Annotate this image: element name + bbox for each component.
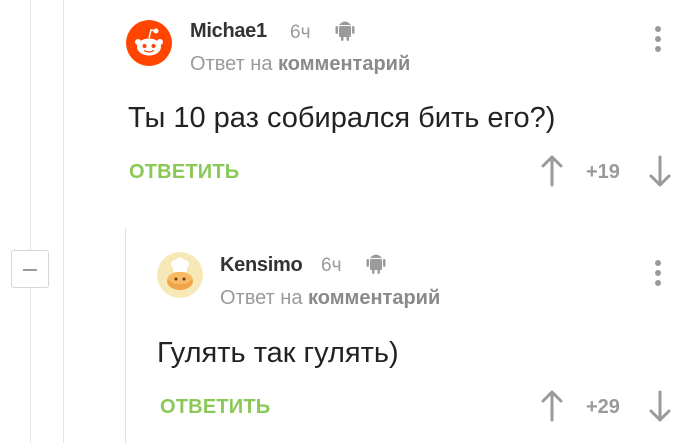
reddit-alien-icon[interactable] xyxy=(126,20,172,66)
comment-time: 6ч xyxy=(290,22,311,43)
reply-button[interactable]: ОТВЕТИТЬ xyxy=(129,161,239,184)
reply-reference: Ответ на комментарий xyxy=(220,287,440,310)
thread-line xyxy=(30,0,31,443)
upvote-icon[interactable] xyxy=(540,155,564,192)
thread-line xyxy=(63,0,64,443)
chef-bun-icon[interactable] xyxy=(157,252,203,298)
reply-prefix: Ответ на xyxy=(220,287,303,309)
reply-reference: Ответ на комментарий xyxy=(190,53,410,76)
comment-rating: +29 xyxy=(586,396,620,418)
reply-prefix: Ответ на xyxy=(190,53,273,75)
collapse-thread-button[interactable] xyxy=(11,250,49,288)
more-options-icon[interactable] xyxy=(655,26,661,56)
reply-target-link[interactable]: комментарий xyxy=(308,287,440,309)
android-icon xyxy=(335,16,355,47)
android-icon xyxy=(366,249,386,280)
comment-rating: +19 xyxy=(586,161,620,183)
comment-author[interactable]: Kensimo xyxy=(220,254,303,277)
comment-author[interactable]: Michae1 xyxy=(190,20,267,43)
downvote-icon[interactable] xyxy=(648,155,672,192)
reply-button[interactable]: ОТВЕТИТЬ xyxy=(160,396,270,419)
downvote-icon[interactable] xyxy=(648,390,672,427)
more-options-icon[interactable] xyxy=(655,260,661,290)
reply-indent-border xyxy=(125,228,126,443)
comment-text: Гулять так гулять) xyxy=(157,337,399,369)
comment-text: Ты 10 раз собирался бить его?) xyxy=(128,102,556,134)
upvote-icon[interactable] xyxy=(540,390,564,427)
reply-target-link[interactable]: комментарий xyxy=(278,53,410,75)
comment-time: 6ч xyxy=(321,255,342,276)
